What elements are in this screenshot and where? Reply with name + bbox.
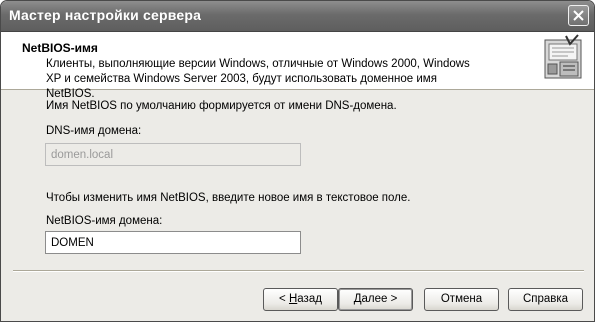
title-bar[interactable]: Мастер настройки сервера <box>1 1 594 32</box>
close-button[interactable] <box>568 5 589 26</box>
wizard-content: Имя NetBIOS по умолчанию формируется от … <box>1 90 594 270</box>
netbios-domain-field[interactable] <box>45 231 301 254</box>
change-hint-text: Чтобы изменить имя NetBIOS, введите ново… <box>46 192 411 204</box>
close-icon <box>573 10 584 21</box>
window-title: Мастер настройки сервера <box>9 7 202 23</box>
page-title: NetBIOS-имя <box>22 41 98 55</box>
wizard-header: NetBIOS-имя Клиенты, выполняющие версии … <box>1 32 594 100</box>
netbios-domain-label: NetBIOS-имя домена: <box>46 215 163 227</box>
back-button[interactable]: < Назад <box>263 288 338 311</box>
back-button-rest: азад <box>297 293 322 305</box>
help-button[interactable]: Справка <box>508 288 583 311</box>
wizard-window: Мастер настройки сервера NetBIOS-имя Кли… <box>0 0 595 322</box>
next-button[interactable]: Далее > <box>338 288 413 311</box>
server-wizard-icon <box>544 34 582 79</box>
back-button-prefix: < <box>279 293 289 305</box>
dns-domain-label: DNS-имя домена: <box>46 125 142 137</box>
button-separator <box>13 270 584 272</box>
intro-text: Имя NetBIOS по умолчанию формируется от … <box>46 100 397 112</box>
dns-domain-field <box>45 143 301 166</box>
cancel-button[interactable]: Отмена <box>424 288 499 311</box>
